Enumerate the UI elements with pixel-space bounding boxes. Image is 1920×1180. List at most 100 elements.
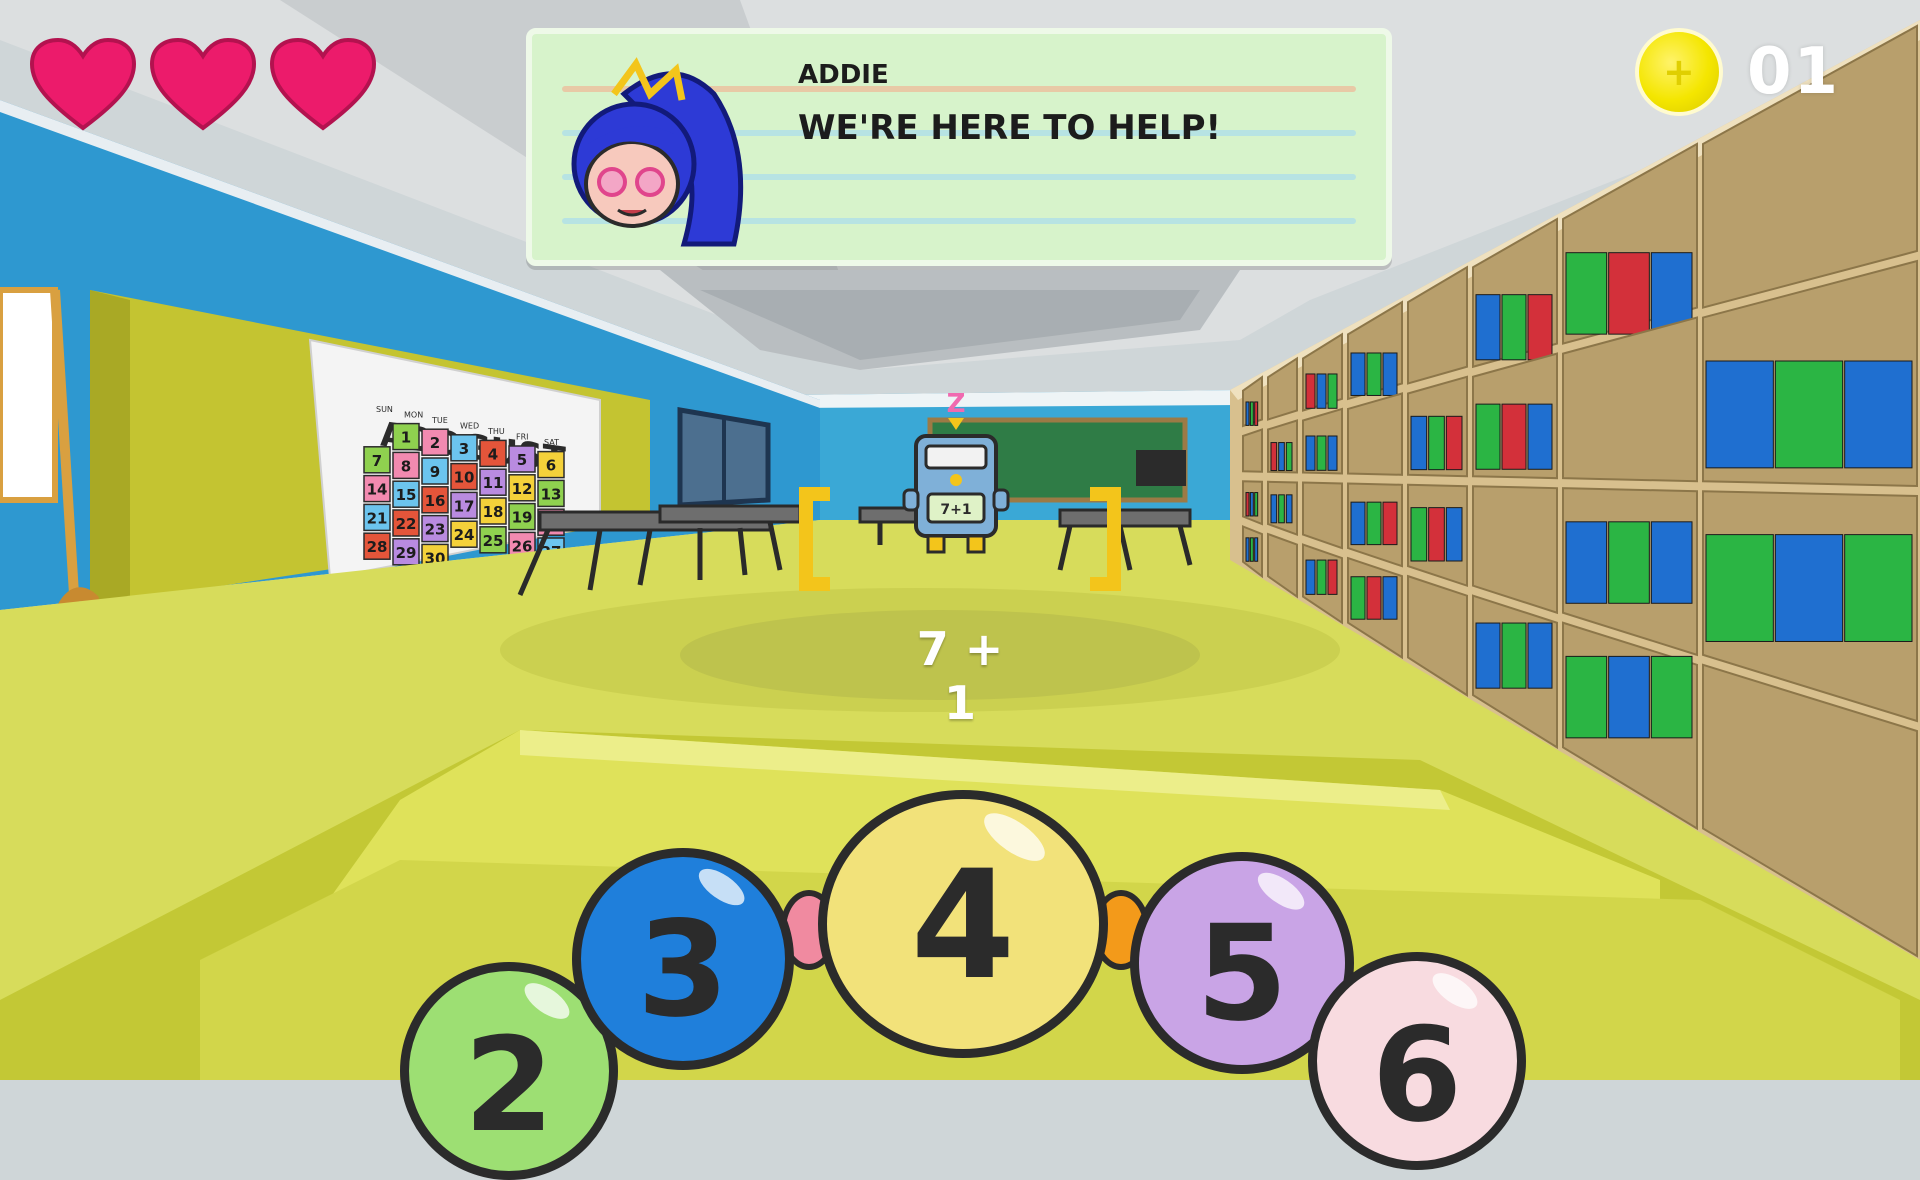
calendar-date: 29: [396, 544, 417, 562]
answer-bubble-4-selected[interactable]: 4: [818, 790, 1108, 1058]
book: [1565, 655, 1608, 739]
book: [1774, 534, 1844, 642]
calendar-weekday: TUE: [431, 416, 448, 425]
calendar-weekday: SAT: [544, 438, 559, 447]
dialog-text: WE'RE HERE TO HELP!: [798, 108, 1222, 148]
book: [1249, 537, 1254, 562]
shelf-cubby: [1407, 265, 1468, 385]
shelf-cubby: [1347, 392, 1403, 476]
book: [1305, 559, 1316, 595]
book: [1428, 415, 1445, 471]
calendar-date: 6: [546, 457, 556, 475]
robot-status-z: Z: [947, 389, 966, 419]
answer-label: 5: [1196, 897, 1288, 1051]
calendar-weekday: THU: [487, 427, 505, 436]
book: [1608, 521, 1650, 604]
health-hearts: [28, 36, 378, 132]
calendar-date: 15: [396, 486, 417, 504]
book: [1270, 442, 1278, 472]
calendar-date: 12: [512, 480, 533, 498]
book: [1305, 435, 1316, 471]
book: [1844, 534, 1913, 642]
book: [1650, 655, 1693, 739]
answer-bubble-6[interactable]: 6: [1308, 952, 1526, 1170]
answer-bubble-3[interactable]: 3: [572, 848, 794, 1070]
calendar-date: 14: [367, 481, 388, 499]
book: [1316, 559, 1327, 595]
calendar-weekday: FRI: [516, 433, 529, 442]
calendar-date: 1: [401, 429, 411, 447]
calendar-date: 23: [425, 521, 446, 539]
book: [1428, 507, 1445, 562]
book: [1565, 252, 1608, 335]
answer-label: 3: [637, 893, 729, 1047]
answer-label: 6: [1371, 999, 1463, 1151]
calendar-date: 16: [425, 492, 446, 510]
calendar-date: 28: [367, 538, 388, 556]
calendar-date: 22: [396, 515, 417, 533]
calendar-date: 8: [401, 457, 411, 475]
calendar-weekday: MON: [404, 411, 423, 420]
book: [1475, 294, 1501, 361]
book: [1305, 373, 1316, 409]
book: [1565, 521, 1608, 604]
calendar-date: 19: [512, 509, 533, 527]
book: [1278, 494, 1285, 524]
book: [1245, 401, 1250, 426]
calendar-date: 9: [430, 463, 440, 481]
book: [1350, 352, 1366, 396]
calendar-date: 11: [483, 474, 504, 492]
book: [1245, 492, 1250, 517]
coin-icon: +: [1634, 28, 1723, 116]
answer-label: 2: [463, 1009, 555, 1161]
equation-prompt: 7 + 1: [916, 622, 1004, 730]
book: [1270, 494, 1278, 524]
book: [1249, 492, 1254, 517]
robot-screen-equation: 7+1: [940, 502, 971, 518]
book: [1608, 252, 1650, 335]
heart-icon: [29, 37, 137, 131]
book: [1278, 442, 1285, 472]
calendar-date: 18: [483, 503, 504, 521]
book: [1501, 622, 1527, 689]
book: [1445, 507, 1463, 562]
book: [1527, 403, 1553, 470]
book: [1316, 373, 1327, 409]
book: [1285, 442, 1293, 472]
book: [1327, 435, 1338, 471]
book: [1705, 360, 1774, 469]
book: [1382, 576, 1398, 620]
book: [1774, 360, 1844, 469]
calendar-date: 3: [459, 440, 469, 458]
book: [1705, 534, 1774, 642]
calendar-date: 2: [430, 434, 440, 452]
calendar-date: 4: [488, 445, 498, 463]
book: [1844, 360, 1913, 469]
calendar-date: 24: [454, 526, 475, 544]
book: [1527, 622, 1553, 689]
book: [1254, 492, 1259, 517]
coin-count: 01: [1746, 35, 1840, 109]
calendar-date: 5: [517, 451, 527, 469]
speaker-name: ADDIE: [798, 60, 889, 90]
book: [1350, 576, 1366, 620]
calendar-date: 10: [454, 469, 475, 487]
book: [1350, 501, 1366, 546]
book: [1366, 352, 1382, 396]
calendar-date: 17: [454, 497, 475, 515]
heart-icon: [269, 37, 377, 131]
book: [1410, 415, 1428, 471]
calendar-weekday: SUN: [376, 405, 393, 414]
book: [1285, 494, 1293, 524]
calendar-date: 25: [483, 532, 504, 550]
addie-portrait-avatar: [571, 57, 744, 247]
calendar-weekday: WED: [460, 422, 479, 431]
book: [1249, 401, 1254, 426]
book: [1650, 521, 1693, 604]
answer-label: 4: [910, 839, 1016, 1013]
book: [1316, 435, 1327, 471]
shelf-cubby: [1242, 428, 1263, 473]
book: [1475, 622, 1501, 689]
dialog-box[interactable]: ADDIE WE'RE HERE TO HELP!: [526, 28, 1392, 266]
book: [1245, 537, 1250, 562]
